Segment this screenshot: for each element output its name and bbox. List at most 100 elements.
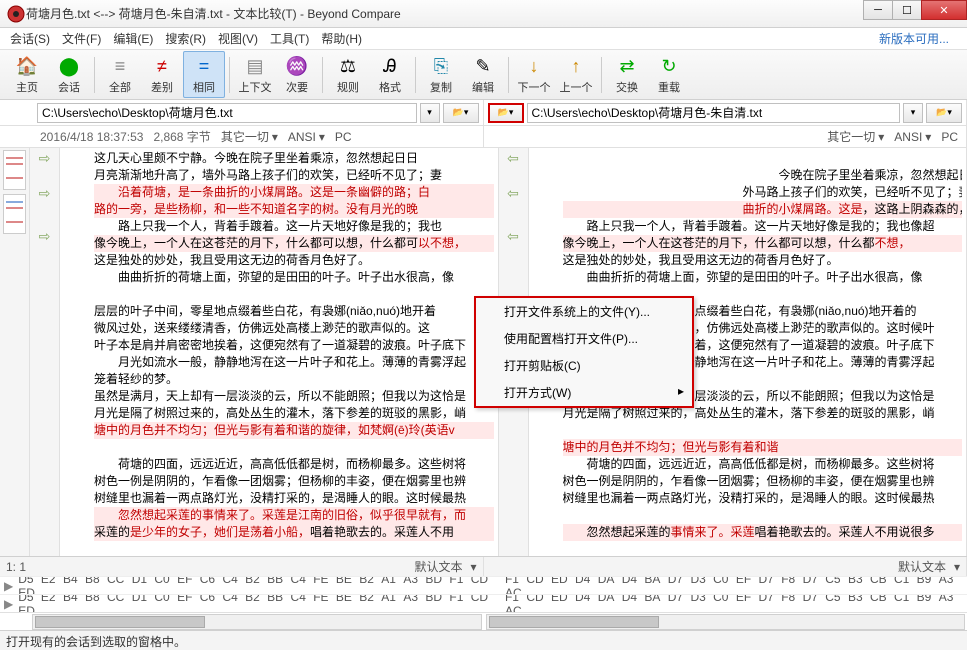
- diff-button[interactable]: ≠差别: [141, 52, 183, 97]
- text-line[interactable]: 树缝里也漏着一两点路灯光，没精打采的，是渴睡人的眼。这时候最热: [94, 490, 494, 507]
- minimize-button[interactable]: ─: [863, 0, 893, 20]
- text-line[interactable]: 层层的叶子中间，零星地点缀着些白花，有袅娜(niǎo,nuó)地开着: [94, 303, 494, 320]
- menu-help[interactable]: 帮助(H): [315, 28, 368, 49]
- ctx-open-filesystem[interactable]: 打开文件系统上的文件(Y)...: [476, 298, 692, 325]
- left-filter-dropdown[interactable]: 其它一切 ▾: [221, 128, 278, 145]
- text-line[interactable]: 微风过处，送来缕缕清香，仿佛远处高楼上渺茫的歌声似的。这: [94, 320, 494, 337]
- text-line[interactable]: [563, 422, 963, 439]
- text-line[interactable]: 这是独处的妙处，我且受用这无边的荷香月色好了。: [94, 252, 494, 269]
- text-line[interactable]: 塘中的月色并不均匀；但光与影有着和谐: [563, 439, 963, 456]
- left-merge-gutter: ⇨ ⇨ ⇨: [30, 148, 60, 556]
- same-button[interactable]: =相同: [183, 51, 225, 98]
- menu-session[interactable]: 会话(S): [4, 28, 56, 49]
- left-os-dropdown[interactable]: PC: [335, 130, 352, 144]
- session-button[interactable]: ⬤会话: [48, 52, 90, 97]
- edit-button[interactable]: ✎编辑: [462, 52, 504, 97]
- app-icon: [6, 4, 26, 24]
- text-line[interactable]: 外马路上孩子们的欢笑，已经听不见了；妻: [563, 184, 963, 201]
- text-line[interactable]: 月光如流水一般，静静地泻在这一片叶子和花上。薄薄的青雾浮起: [94, 354, 494, 371]
- right-os-dropdown[interactable]: PC: [941, 130, 958, 144]
- text-line[interactable]: 荷塘的四面，远远近近，高高低低都是树，而杨柳最多。这些树将: [563, 456, 963, 473]
- left-hscroll[interactable]: [32, 614, 482, 630]
- left-date: 2016/4/18 18:37:53: [40, 130, 143, 144]
- text-line[interactable]: 采莲的是少年的女子，她们是荡着小船，唱着艳歌去的。采莲人不用: [94, 524, 494, 541]
- right-syntax: 默认文本: [898, 558, 946, 575]
- cursor-position: 1: 1: [6, 560, 26, 574]
- text-line[interactable]: 今晚在院子里坐着乘凉，忽然想起日日走过的荷: [563, 167, 963, 184]
- text-line[interactable]: 塘中的月色并不均匀；但光与影有着和谐的旋律，如梵婀(ē)玲(英语v: [94, 422, 494, 439]
- text-line[interactable]: 路的一旁，是些杨柳，和一些不知道名字的树。没有月光的晚: [94, 201, 494, 218]
- byte-strip-bottom: ▶ D5 E2 B4 B8 CC D1 C0 EF C6 C4 B2 BB C4…: [0, 594, 967, 612]
- merge-left-icon[interactable]: ⇦: [507, 185, 519, 202]
- text-line[interactable]: 像今晚上，一个人在这苍茫的月下，什么都可以想，什么都可以不想，: [94, 235, 494, 252]
- text-line[interactable]: 树缝里也漏着一两点路灯光，没精打采的，是渴睡人的眼。这时候最热: [563, 490, 963, 507]
- merge-right-icon[interactable]: ⇨: [39, 150, 51, 167]
- text-line[interactable]: 树色一例是阴阴的，乍看像一团烟雾；但杨柳的丰姿，便在烟雾里也辨: [563, 473, 963, 490]
- menu-view[interactable]: 视图(V): [212, 28, 264, 49]
- merge-left-icon[interactable]: ⇦: [507, 150, 519, 167]
- next-button[interactable]: ↓下一个: [513, 52, 555, 97]
- text-line[interactable]: [563, 150, 963, 167]
- ctx-open-with[interactable]: 打开方式(W)▸: [476, 379, 692, 406]
- maximize-button[interactable]: ☐: [892, 0, 922, 20]
- right-encoding-dropdown[interactable]: ANSI ▾: [894, 130, 931, 144]
- text-line[interactable]: 月光是隔了树照过来的，高处丛生的灌木，落下参差的斑驳的黑影，峭: [94, 405, 494, 422]
- left-open-button[interactable]: 📂▾: [443, 103, 479, 123]
- right-path-history-button[interactable]: ▾: [903, 103, 923, 123]
- swap-button[interactable]: ⇄交换: [606, 52, 648, 97]
- reload-button[interactable]: ↻重载: [648, 52, 690, 97]
- text-line[interactable]: 月亮渐渐地升高了，墙外马路上孩子们的欢笑，已经听不见了；妻: [94, 167, 494, 184]
- context-button[interactable]: ▤上下文: [234, 52, 276, 97]
- hscroll-row: [0, 612, 967, 630]
- prev-button[interactable]: ↑上一个: [555, 52, 597, 97]
- text-line[interactable]: 曲曲折折的荷塘上面，弥望的是田田的叶子。叶子出水很高，像: [94, 269, 494, 286]
- text-line[interactable]: 忽然想起采莲的事情来了。采莲唱着艳歌去的。采莲人不用说很多: [563, 524, 963, 541]
- home-button[interactable]: 🏠主页: [6, 52, 48, 97]
- copy-button[interactable]: ⎘复制: [420, 52, 462, 97]
- right-open-button[interactable]: 📂▾: [488, 103, 524, 123]
- merge-right-icon[interactable]: ⇨: [39, 228, 51, 245]
- close-button[interactable]: ✕: [921, 0, 967, 20]
- overview-gutter[interactable]: [0, 148, 30, 556]
- text-line[interactable]: 这几天心里颇不宁静。今晚在院子里坐着乘凉，忽然想起日日: [94, 150, 494, 167]
- left-path-history-button[interactable]: ▾: [420, 103, 440, 123]
- statusbar-hint: 打开现有的会话到选取的窗格中。: [0, 630, 967, 650]
- text-line[interactable]: 树色一例是阴阴的，乍看像一团烟雾；但杨柳的丰姿，便在烟雾里也辨: [94, 473, 494, 490]
- format-button[interactable]: Ꭿ格式: [369, 52, 411, 97]
- merge-right-icon[interactable]: ⇨: [39, 185, 51, 202]
- new-version-link[interactable]: 新版本可用...: [873, 28, 955, 49]
- text-line[interactable]: 笼着轻纱的梦。: [94, 371, 494, 388]
- ctx-open-profile[interactable]: 使用配置档打开文件(P)...: [476, 325, 692, 352]
- text-line[interactable]: [563, 507, 963, 524]
- ctx-open-clipboard[interactable]: 打开剪贴板(C): [476, 352, 692, 379]
- text-line[interactable]: 路上只我一个人，背着手踱着。这一片天地好像是我的；我也: [94, 218, 494, 235]
- text-line[interactable]: 荷塘的四面，远远近近，高高低低都是树，而杨柳最多。这些树将: [94, 456, 494, 473]
- rules-button[interactable]: ⚖规则: [327, 52, 369, 97]
- text-line[interactable]: 虽然是满月，天上却有一层淡淡的云，所以不能朗照；但我以为这恰是: [94, 388, 494, 405]
- right-filter-dropdown[interactable]: 其它一切 ▾: [827, 128, 884, 145]
- left-path-input[interactable]: [37, 103, 417, 123]
- right-open-button-2[interactable]: 📂▾: [926, 103, 962, 123]
- text-line[interactable]: 这是独处的妙处，我且受用这无边的荷香月色好了。: [563, 252, 963, 269]
- right-hscroll[interactable]: [486, 614, 966, 630]
- text-line[interactable]: 像今晚上，一个人在这苍茫的月下，什么都可以想，什么都不想，: [563, 235, 963, 252]
- merge-left-icon[interactable]: ⇦: [507, 228, 519, 245]
- all-button[interactable]: ≡全部: [99, 52, 141, 97]
- minor-button[interactable]: ♒次要: [276, 52, 318, 97]
- text-line[interactable]: [94, 286, 494, 303]
- text-line[interactable]: 曲曲折折的荷塘上面，弥望的是田田的叶子。叶子出水很高，像: [563, 269, 963, 286]
- left-pane[interactable]: 这几天心里颇不宁静。今晚在院子里坐着乘凉，忽然想起日日月亮渐渐地升高了，墙外马路…: [60, 148, 499, 556]
- text-line[interactable]: 沿着荷塘，是一条曲折的小煤屑路。这是一条幽僻的路；白: [94, 184, 494, 201]
- text-line[interactable]: [94, 439, 494, 456]
- text-line[interactable]: 忽然想起采莲的事情来了。采莲是江南的旧俗，似乎很早就有，而: [94, 507, 494, 524]
- right-path-input[interactable]: [527, 103, 901, 123]
- text-line[interactable]: 路上只我一个人，背着手踱着。这一片天地好像是我的；我也像超: [563, 218, 963, 235]
- text-line[interactable]: 曲折的小煤屑路。这是，这路上阴森森的，有些: [563, 201, 963, 218]
- text-line[interactable]: 叶子本是肩并肩密密地挨着，这便宛然有了一道凝碧的波痕。叶子底下: [94, 337, 494, 354]
- left-encoding-dropdown[interactable]: ANSI ▾: [288, 130, 325, 144]
- menu-search[interactable]: 搜索(R): [159, 28, 212, 49]
- menu-edit[interactable]: 编辑(E): [107, 28, 159, 49]
- menu-tools[interactable]: 工具(T): [264, 28, 315, 49]
- content-area: ⇨ ⇨ ⇨ 这几天心里颇不宁静。今晚在院子里坐着乘凉，忽然想起日日月亮渐渐地升高…: [0, 148, 967, 556]
- menu-file[interactable]: 文件(F): [56, 28, 107, 49]
